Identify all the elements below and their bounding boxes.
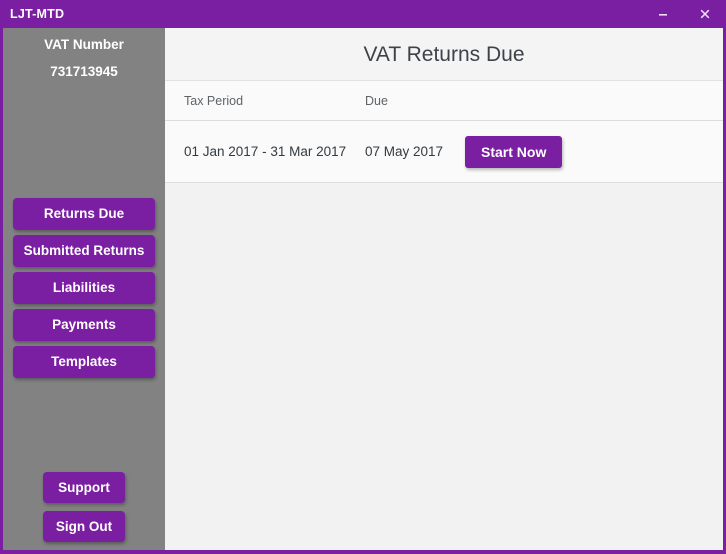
application-window: LJT-MTD VAT Number 731713945 Returns Due <box>0 0 726 554</box>
sidebar-item-submitted-returns[interactable]: Submitted Returns <box>13 235 155 267</box>
support-button[interactable]: Support <box>43 472 125 503</box>
cell-tax-period: 01 Jan 2017 - 31 Mar 2017 <box>184 144 347 159</box>
content-empty-area <box>165 183 723 550</box>
vat-number-value: 731713945 <box>50 63 118 79</box>
main-content: VAT Returns Due Tax Period Due 01 Jan 20… <box>165 28 723 550</box>
window-body: VAT Number 731713945 Returns Due Submitt… <box>3 28 723 550</box>
cell-action: Start Now <box>465 135 723 168</box>
window-title: LJT-MTD <box>10 7 65 21</box>
table-row: 01 Jan 2017 - 31 Mar 2017 07 May 2017 St… <box>165 121 723 183</box>
sidebar-nav: Returns Due Submitted Returns Liabilitie… <box>13 198 155 383</box>
sidebar-item-liabilities[interactable]: Liabilities <box>13 272 155 304</box>
sidebar-bottom-actions: Support Sign Out <box>3 472 165 542</box>
table-header-row: Tax Period Due <box>165 81 723 121</box>
sidebar-item-templates[interactable]: Templates <box>13 346 155 378</box>
sidebar-item-payments[interactable]: Payments <box>13 309 155 341</box>
page-title: VAT Returns Due <box>363 42 525 66</box>
returns-due-table: Tax Period Due 01 Jan 2017 - 31 Mar 2017… <box>165 80 723 183</box>
start-now-button[interactable]: Start Now <box>465 135 563 168</box>
page-header: VAT Returns Due <box>165 28 723 80</box>
title-bar: LJT-MTD <box>0 0 726 28</box>
close-icon[interactable] <box>684 0 726 28</box>
vat-number-block: VAT Number 731713945 <box>3 38 165 78</box>
column-header-due: Due <box>365 93 388 108</box>
window-controls <box>642 0 726 28</box>
minimize-icon[interactable] <box>642 0 684 28</box>
vat-number-label: VAT Number <box>44 37 124 52</box>
sign-out-button[interactable]: Sign Out <box>43 511 125 542</box>
sidebar-item-returns-due[interactable]: Returns Due <box>13 198 155 230</box>
cell-due-date: 07 May 2017 <box>365 144 444 159</box>
column-header-tax-period: Tax Period <box>184 93 244 108</box>
sidebar: VAT Number 731713945 Returns Due Submitt… <box>3 28 165 550</box>
